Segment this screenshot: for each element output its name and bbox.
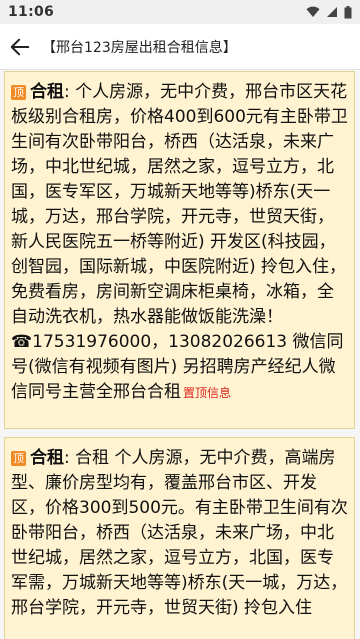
listing-tag: 合租	[30, 82, 64, 102]
status-time: 11:06	[8, 4, 55, 20]
top-badge: 顶	[11, 451, 26, 466]
listing-text: : 合租 个人房源，无中介费，高端房型、廉价房型均有，覆盖邢台市区、开发区，价格…	[11, 448, 348, 618]
listing-tag: 合租	[30, 448, 64, 468]
listing-card[interactable]: 顶合租: 合租 个人房源，无中介费，高端房型、廉价房型均有，覆盖邢台市区、开发区…	[4, 437, 355, 639]
status-icons	[306, 5, 352, 19]
page-title: 【邢台123房屋出租合租信息】	[42, 39, 237, 56]
arrow-back-icon	[10, 38, 30, 55]
battery-icon	[344, 5, 352, 18]
cellular-signal-icon	[327, 7, 337, 17]
pin-info-link[interactable]: 置顶信息	[183, 386, 231, 400]
wifi-icon	[306, 6, 320, 17]
back-button[interactable]	[0, 24, 40, 70]
app-bar: 【邢台123房屋出租合租信息】	[0, 24, 360, 70]
top-badge: 顶	[11, 85, 26, 100]
listing-text: : 个人房源，无中介费，邢台市区天花板级别合租房，价格400到600元有主卧带卫…	[11, 82, 348, 402]
listing-card[interactable]: 顶合租: 个人房源，无中介费，邢台市区天花板级别合租房，价格400到600元有主…	[4, 71, 355, 429]
status-bar: 11:06	[0, 0, 360, 24]
